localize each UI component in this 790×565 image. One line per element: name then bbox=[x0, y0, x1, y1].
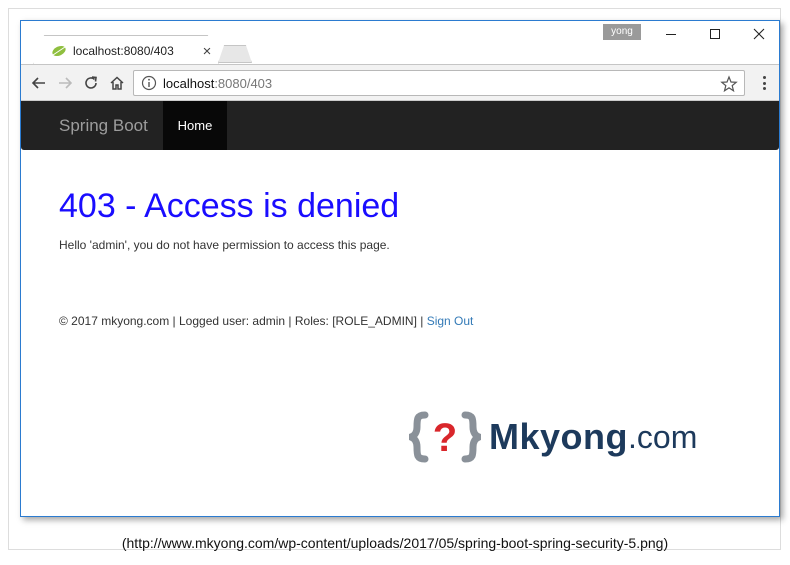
browser-window: localhost:8080/403 × yong localhost:808… bbox=[20, 20, 780, 517]
site-navbar: Spring Boot Home bbox=[21, 101, 779, 150]
browser-toolbar: localhost:8080/403 bbox=[21, 65, 779, 101]
reload-icon bbox=[85, 76, 97, 89]
star-icon[interactable] bbox=[720, 75, 738, 93]
reload-button[interactable] bbox=[79, 71, 103, 95]
navbar-brand[interactable]: Spring Boot bbox=[59, 101, 148, 150]
logo-domain: .com bbox=[628, 418, 698, 455]
browser-tab[interactable]: localhost:8080/403 × bbox=[43, 37, 219, 65]
denied-message: Hello 'admin', you do not have permissio… bbox=[59, 238, 390, 252]
url-host: localhost bbox=[163, 75, 215, 91]
new-tab-button[interactable] bbox=[218, 45, 252, 63]
back-arrow-icon bbox=[31, 77, 45, 89]
info-icon[interactable] bbox=[141, 75, 157, 91]
mkyong-logo: ? Mkyong .com bbox=[409, 409, 697, 465]
minimize-button[interactable] bbox=[649, 21, 693, 47]
page-title: 403 - Access is denied bbox=[59, 187, 400, 225]
back-button[interactable] bbox=[27, 71, 51, 95]
logo-mark: ? bbox=[433, 416, 457, 460]
forward-arrow-icon bbox=[59, 77, 73, 89]
nav-home-link[interactable]: Home bbox=[163, 101, 227, 150]
tab-close-button[interactable]: × bbox=[195, 43, 219, 60]
close-window-button[interactable] bbox=[737, 21, 779, 47]
mkyong-logo-icon: ? bbox=[409, 411, 481, 463]
address-bar[interactable]: localhost:8080/403 bbox=[133, 70, 745, 96]
close-icon bbox=[753, 28, 765, 40]
spring-leaf-icon bbox=[52, 45, 66, 57]
maximize-button[interactable] bbox=[693, 21, 737, 47]
tab-strip: localhost:8080/403 × yong bbox=[21, 21, 779, 65]
home-icon bbox=[110, 76, 124, 90]
minimize-icon bbox=[666, 34, 676, 35]
forward-button[interactable] bbox=[53, 71, 77, 95]
logo-word: Mkyong bbox=[489, 416, 629, 457]
tab-title: localhost:8080/403 bbox=[73, 44, 174, 58]
footer-text: © 2017 mkyong.com | Logged user: admin |… bbox=[59, 314, 427, 328]
image-caption: (http://www.mkyong.com/wp-content/upload… bbox=[121, 535, 669, 551]
url-path: :8080/403 bbox=[214, 75, 273, 91]
maximize-icon bbox=[710, 29, 720, 39]
profile-badge[interactable]: yong bbox=[603, 24, 641, 40]
home-button[interactable] bbox=[105, 71, 129, 95]
menu-dots-icon[interactable] bbox=[755, 73, 773, 93]
sign-out-link[interactable]: Sign Out bbox=[427, 314, 474, 328]
page-footer: © 2017 mkyong.com | Logged user: admin |… bbox=[59, 314, 473, 328]
